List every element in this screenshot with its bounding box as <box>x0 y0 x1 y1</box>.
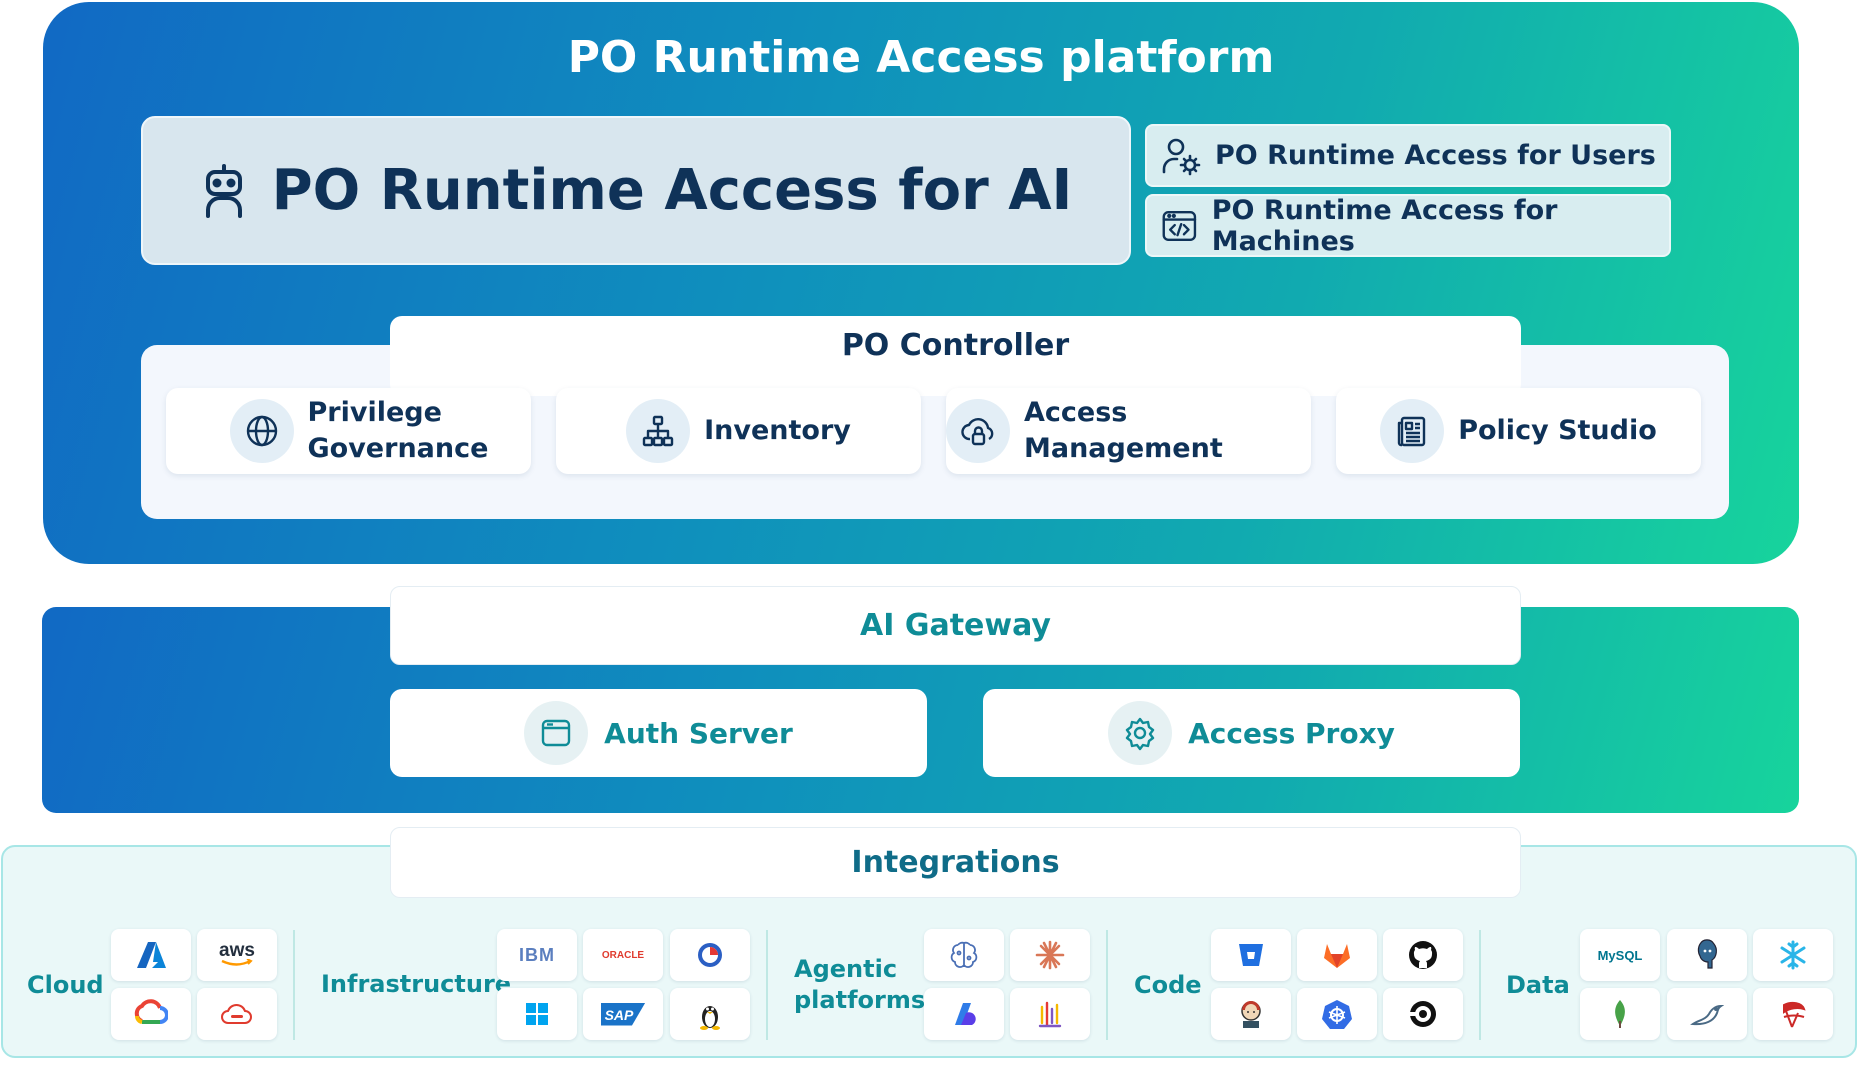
privilege-governance-label: Privilege Governance <box>307 397 489 464</box>
robot-icon <box>205 163 242 218</box>
postgresql-logo <box>1667 929 1747 981</box>
machines-label: PO Runtime Access for Machines <box>1211 194 1558 257</box>
kubernetes-logo <box>1297 988 1377 1040</box>
azure-logo <box>111 929 191 981</box>
access-management-label: Access Management <box>1024 397 1223 464</box>
snowflake-logo <box>1753 929 1833 981</box>
users-label: PO Runtime Access for Users <box>1215 140 1656 171</box>
sql-server-logo <box>1753 988 1833 1040</box>
openshift-logo <box>670 929 750 981</box>
circleci-logo <box>1383 988 1463 1040</box>
runtime-access-for-machines[interactable]: PO Runtime Access for Machines <box>1145 194 1671 257</box>
access-proxy-card[interactable]: Access Proxy <box>983 689 1520 777</box>
claude-logo <box>1010 929 1090 981</box>
auth-server-card[interactable]: Auth Server <box>390 689 927 777</box>
category-data: Data <box>1506 971 1570 999</box>
cloud-lock-icon <box>946 399 1010 463</box>
category-infrastructure: Infrastructure <box>321 970 512 998</box>
aws-logo: aws <box>197 929 277 981</box>
divider <box>1106 930 1108 1040</box>
windows-logo <box>497 988 577 1040</box>
ai-label: PO Runtime Access for AI <box>271 158 1073 223</box>
github-logo <box>1383 929 1463 981</box>
inventory-card[interactable]: Inventory <box>556 388 921 474</box>
document-icon <box>1380 399 1445 463</box>
controller-title: PO Controller <box>841 328 1070 363</box>
mysql-logo: MySQL <box>1580 929 1660 981</box>
inventory-label: Inventory <box>704 415 851 446</box>
runtime-access-for-ai[interactable]: PO Runtime Access for AI <box>141 116 1131 265</box>
globe-icon <box>229 399 294 463</box>
platform-title: PO Runtime Access platform <box>567 32 1275 83</box>
policy-studio-card[interactable]: Policy Studio <box>1336 388 1701 474</box>
oracle-logo: ORACLE <box>583 929 663 981</box>
integrations-title: Integrations <box>390 827 1521 898</box>
agent-platform-logo <box>924 988 1004 1040</box>
browser-window-icon <box>524 701 589 765</box>
linux-logo <box>670 988 750 1040</box>
ai-gateway-title: AI Gateway <box>390 586 1521 665</box>
divider <box>1479 930 1481 1040</box>
access-proxy-label: Access Proxy <box>1188 716 1395 750</box>
ibm-logo: IBM <box>497 929 577 981</box>
oracle-cloud-logo <box>197 988 277 1040</box>
sap-logo: SAP <box>583 988 663 1040</box>
bitbucket-logo <box>1211 929 1291 981</box>
gear-icon <box>1108 701 1173 765</box>
policy-studio-label: Policy Studio <box>1458 415 1657 446</box>
jenkins-logo <box>1211 988 1291 1040</box>
code-window-icon <box>1162 210 1197 241</box>
hierarchy-icon <box>626 399 691 463</box>
divider <box>293 930 295 1040</box>
divider <box>766 930 768 1040</box>
bars-logo <box>1010 988 1090 1040</box>
auth-server-label: Auth Server <box>604 716 793 750</box>
category-agentic-platforms: Agentic platforms <box>794 955 926 1014</box>
privilege-governance-card[interactable]: Privilege Governance <box>166 388 531 474</box>
google-cloud-logo <box>111 988 191 1040</box>
ai-brain-logo <box>924 929 1004 981</box>
category-cloud: Cloud <box>27 971 104 999</box>
runtime-access-for-users[interactable]: PO Runtime Access for Users <box>1145 124 1671 187</box>
category-code: Code <box>1134 971 1202 999</box>
access-management-card[interactable]: Access Management <box>946 388 1311 474</box>
mongodb-logo <box>1580 988 1660 1040</box>
mariadb-logo <box>1667 988 1747 1040</box>
user-settings-icon <box>1162 138 1201 175</box>
gitlab-logo <box>1297 929 1377 981</box>
